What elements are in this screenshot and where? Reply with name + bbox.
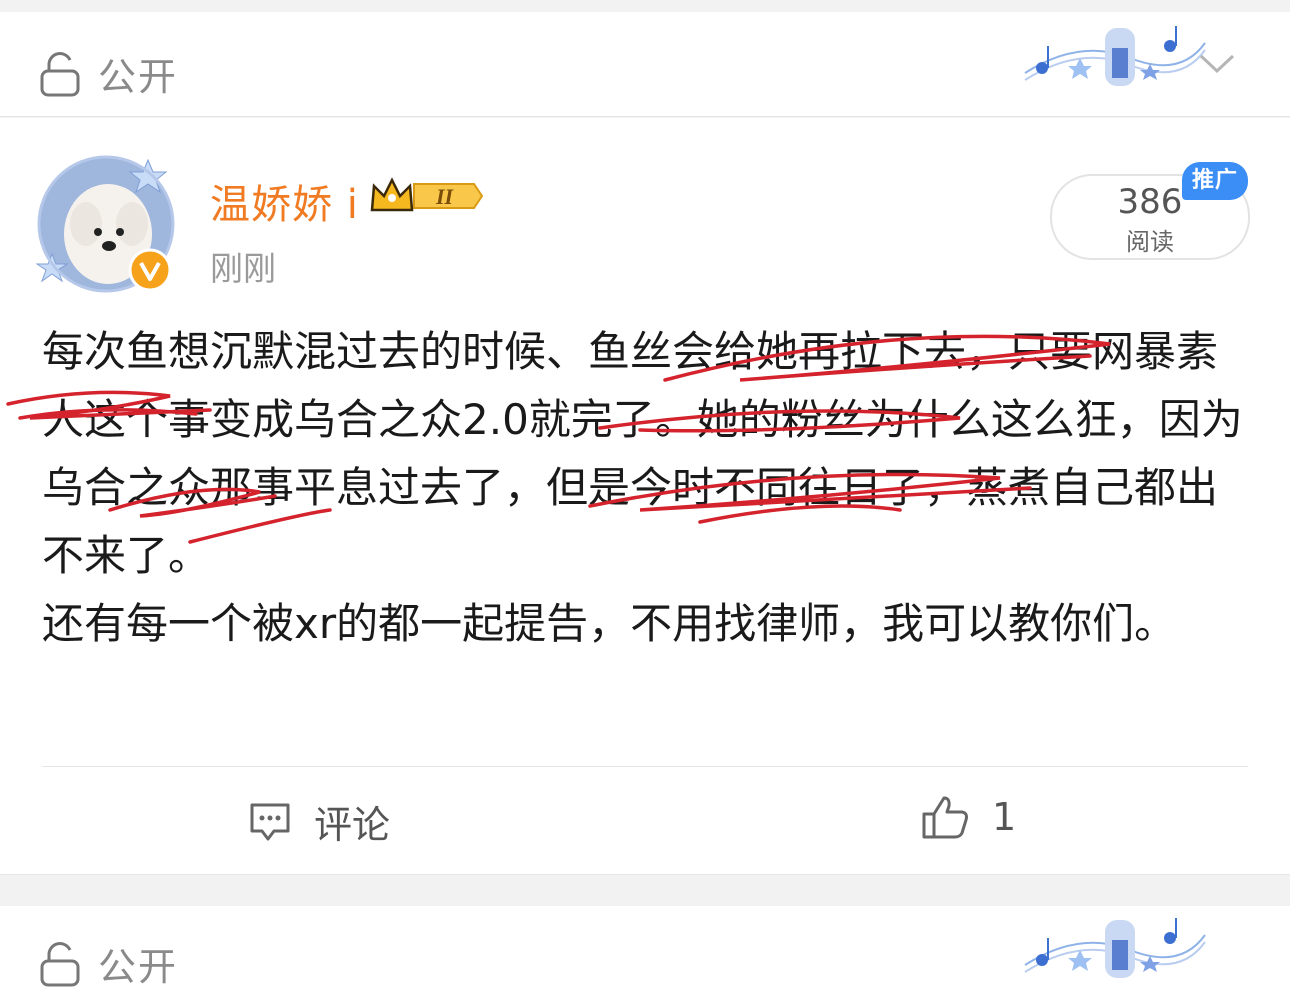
post-content: 每次鱼想沉默混过去的时候、鱼丝会给她再拉下去，只要网暴素人这个事变成乌合之众2.… xyxy=(42,318,1252,658)
lock-icon xyxy=(40,51,80,96)
bottom-privacy-bar: 公开 xyxy=(0,906,1290,1004)
post-paragraph: 还有每一个被xr的都一起提告，不用找律师，我可以教你们。 xyxy=(42,599,1177,648)
top-privacy-bar: 公开 xyxy=(0,12,1290,117)
reads-label: 阅读 xyxy=(1126,228,1174,256)
comment-button[interactable]: 评论 xyxy=(248,794,390,849)
privacy-label: 公开 xyxy=(98,945,179,989)
crown-icon: II xyxy=(370,177,484,212)
level-badge-text: II xyxy=(435,184,455,209)
post-card: 温娇娇 i II 刚刚 386 阅读 推广 每次鱼想沉默混过去的时候、鱼丝会给她… xyxy=(0,118,1290,875)
action-divider xyxy=(42,766,1248,767)
author-name[interactable]: 温娇娇 i xyxy=(210,172,359,230)
privacy-label: 公开 xyxy=(98,55,179,99)
lock-icon xyxy=(40,941,80,986)
like-button[interactable]: 1 xyxy=(920,794,1016,840)
music-decoration-icon xyxy=(1024,26,1206,86)
privacy-selector[interactable]: 公开 xyxy=(40,936,178,991)
promo-badge[interactable]: 推广 xyxy=(1182,162,1249,200)
chevron-down-icon[interactable] xyxy=(1198,52,1236,76)
post-time: 刚刚 xyxy=(210,249,276,288)
like-icon xyxy=(922,796,968,839)
music-decoration-icon xyxy=(1024,918,1206,978)
comment-icon xyxy=(250,803,290,840)
privacy-selector[interactable]: 公开 xyxy=(40,46,178,101)
comment-label: 评论 xyxy=(314,803,391,847)
like-count: 1 xyxy=(992,795,1017,839)
post-paragraph: 每次鱼想沉默混过去的时候、鱼丝会给她再拉下去，只要网暴素人这个事变成乌合之众2.… xyxy=(42,327,1243,580)
verified-icon xyxy=(128,248,172,292)
